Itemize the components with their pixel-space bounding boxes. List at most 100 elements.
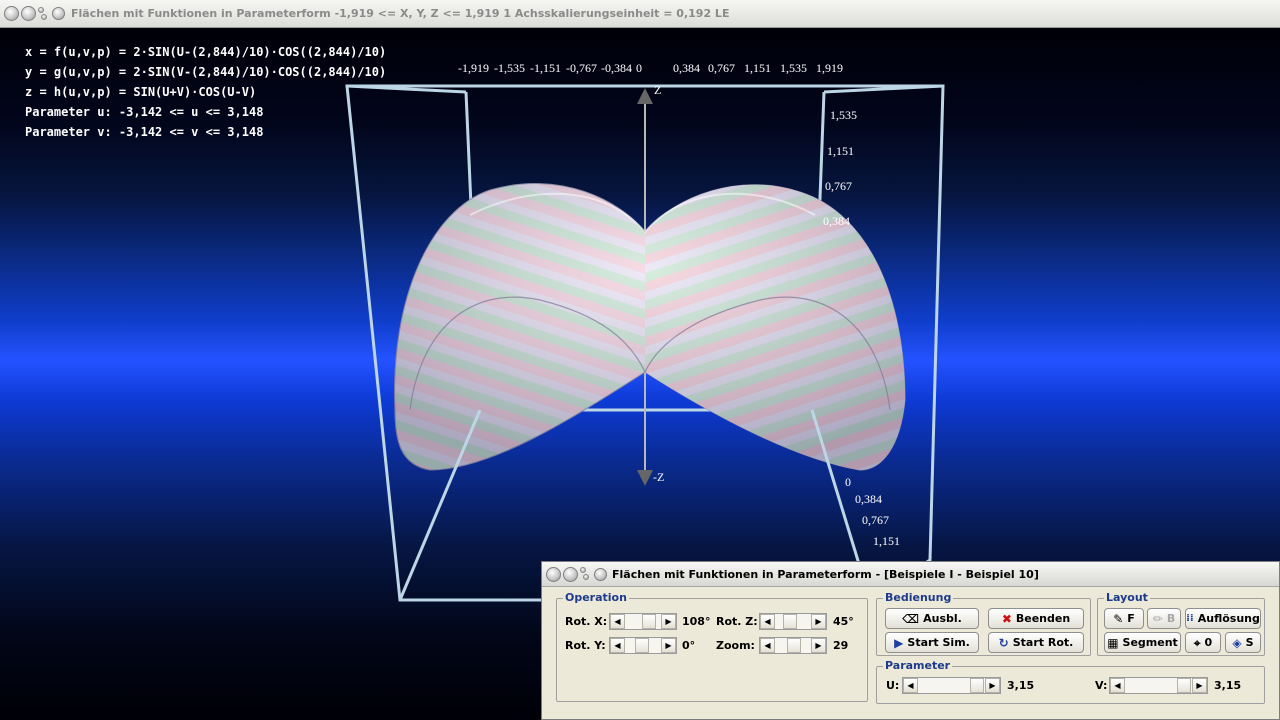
window-menu-icon[interactable] xyxy=(4,6,19,21)
v-thumb[interactable] xyxy=(1177,678,1191,693)
fill-icon: ◈ xyxy=(1232,635,1242,650)
x-tick-label: -0,384 xyxy=(601,61,632,75)
x-tick-label: -1,535 xyxy=(494,61,525,75)
bedienung-label: Bedienung xyxy=(883,591,954,604)
start-rot-button[interactable]: ↻ Start Rot. xyxy=(988,632,1084,653)
layout-group: Layout ✎ F ✏ B ⁞⁞ Auflösung ▦ Segment ⌖ 0 ◈ S xyxy=(1097,591,1265,656)
zoom-label: Zoom: xyxy=(716,639,755,652)
parameter-u-range: Parameter u: -3,142 <= u <= 3,148 xyxy=(25,105,264,119)
x-tick-label: 1,919 xyxy=(816,61,843,75)
y-tick-label: 0 xyxy=(845,475,851,489)
rot-z-value: 45° xyxy=(833,615,854,628)
z-tick-label: 1,535 xyxy=(830,108,857,122)
chevron-left-icon[interactable]: ◀ xyxy=(760,614,775,629)
table-icon: ▦ xyxy=(1107,635,1119,650)
u-slider[interactable]: ◀ ▶ xyxy=(902,677,1001,694)
layout-s-button[interactable]: ◈ S xyxy=(1225,632,1261,653)
x-tick-label: -1,919 xyxy=(458,61,489,75)
parameter-group: Parameter U: ◀ ▶ 3,15 V: ◀ ▶ 3,15 xyxy=(876,659,1265,704)
x-tick-label: 0 xyxy=(636,61,642,75)
operation-group: Operation Rot. X: ◀ ▶ 108° Rot. Y: ◀ ▶ 0… xyxy=(556,591,868,702)
aufloesung-button[interactable]: ⁞⁞ Auflösung xyxy=(1185,608,1261,629)
x-tick-label: -1,151 xyxy=(530,61,561,75)
window-restore-icon[interactable] xyxy=(52,7,65,20)
start-sim-button[interactable]: ▶ Start Sim. xyxy=(885,632,979,653)
beenden-button[interactable]: ✖ Beenden xyxy=(988,608,1084,629)
origin-button[interactable]: ⌖ 0 xyxy=(1185,632,1221,653)
layout-f-label: F xyxy=(1127,612,1135,625)
resolution-icon: ⁞⁞ xyxy=(1186,612,1194,624)
rotate-icon: ↻ xyxy=(998,635,1009,650)
ausbl-button[interactable]: ⌫ Ausbl. xyxy=(885,608,979,629)
chevron-right-icon[interactable]: ▶ xyxy=(985,678,1000,693)
dialog-title: Flächen mit Funktionen in Parameterform … xyxy=(612,567,1039,581)
chevron-right-icon[interactable]: ▶ xyxy=(661,614,676,629)
chevron-left-icon[interactable]: ◀ xyxy=(760,638,775,653)
dialog-menu-icon[interactable] xyxy=(546,566,561,582)
formula-z: z = h(u,v,p) = SIN(U+V)·COS(U-V) xyxy=(25,85,257,99)
chevron-right-icon[interactable]: ▶ xyxy=(811,614,826,629)
parameter-label: Parameter xyxy=(883,659,953,672)
origin-icon: ⌖ xyxy=(1193,635,1201,650)
y-tick-label: 1,151 xyxy=(873,534,900,548)
chevron-left-icon[interactable]: ◀ xyxy=(610,614,625,629)
z-tick-label: 0,384 xyxy=(823,214,850,228)
rot-x-slider[interactable]: ◀ ▶ xyxy=(609,613,677,630)
layout-s-label: S xyxy=(1245,636,1254,649)
bedienung-group: Bedienung ⌫ Ausbl. ✖ Beenden ▶ Start Sim. ↻… xyxy=(876,591,1091,656)
rot-x-thumb[interactable] xyxy=(642,614,656,629)
parameter-v-range: Parameter v: -3,142 <= v <= 3,148 xyxy=(25,125,264,139)
rot-y-thumb[interactable] xyxy=(635,638,649,653)
rot-z-thumb[interactable] xyxy=(783,614,797,629)
chevron-right-icon[interactable]: ▶ xyxy=(1192,678,1207,693)
x-tick-label: 0,384 xyxy=(673,61,700,75)
z-tick-label: 0,767 xyxy=(825,179,852,193)
close-x-icon: ✖ xyxy=(1001,611,1012,626)
chevron-right-icon[interactable]: ▶ xyxy=(811,638,826,653)
u-thumb[interactable] xyxy=(970,678,984,693)
layout-f-button[interactable]: ✎ F xyxy=(1104,608,1144,629)
rot-x-label: Rot. X: xyxy=(565,615,608,628)
z-axis-label: Z xyxy=(654,83,662,97)
segment-button[interactable]: ▦ Segment xyxy=(1104,632,1181,653)
window-options-icon[interactable] xyxy=(38,6,48,21)
dialog-minimize-icon[interactable] xyxy=(563,566,578,582)
x-tick-label: 0,767 xyxy=(708,61,735,75)
rot-z-slider[interactable]: ◀ ▶ xyxy=(759,613,827,630)
start-rot-label: Start Rot. xyxy=(1012,636,1074,649)
x-tick-label: 1,151 xyxy=(744,61,771,75)
zoom-thumb[interactable] xyxy=(787,638,801,653)
z-tick-label: 1,151 xyxy=(827,144,854,158)
pencil-icon: ✏ xyxy=(1152,611,1163,626)
formula-x: x = f(u,v,p) = 2·SIN(U-(2,844)/10)·COS((… xyxy=(25,45,387,59)
dialog-title-bar[interactable]: Flächen mit Funktionen in Parameterform … xyxy=(542,562,1279,587)
zoom-slider[interactable]: ◀ ▶ xyxy=(759,637,827,654)
segment-label: Segment xyxy=(1122,636,1178,649)
v-slider[interactable]: ◀ ▶ xyxy=(1109,677,1208,694)
rot-y-value: 0° xyxy=(682,639,696,652)
ausbl-label: Ausbl. xyxy=(923,612,962,625)
aufloesung-label: Auflösung xyxy=(1197,612,1260,625)
chevron-right-icon[interactable]: ▶ xyxy=(661,638,676,653)
dialog-options-icon[interactable] xyxy=(580,567,590,581)
zoom-value: 29 xyxy=(833,639,849,652)
y-tick-label: 0,767 xyxy=(862,513,889,527)
main-title-bar[interactable]: Flächen mit Funktionen in Parameterform … xyxy=(0,0,1280,28)
operation-label: Operation xyxy=(563,591,629,604)
chevron-left-icon[interactable]: ◀ xyxy=(1110,678,1125,693)
chevron-left-icon[interactable]: ◀ xyxy=(903,678,918,693)
y-tick-label: 0,384 xyxy=(855,492,882,506)
control-dialog: Flächen mit Funktionen in Parameterform … xyxy=(541,561,1280,720)
neg-z-axis-label: -Z xyxy=(653,470,665,484)
rot-z-label: Rot. Z: xyxy=(716,615,758,628)
window-minimize-icon[interactable] xyxy=(21,6,36,21)
origin-label: 0 xyxy=(1204,636,1213,649)
dialog-restore-icon[interactable] xyxy=(594,567,607,581)
rot-x-value: 108° xyxy=(682,615,711,628)
eraser-icon: ⌫ xyxy=(902,611,920,626)
layout-b-button[interactable]: ✏ B xyxy=(1147,608,1181,629)
rot-y-slider[interactable]: ◀ ▶ xyxy=(609,637,677,654)
start-sim-label: Start Sim. xyxy=(907,636,970,649)
application-window: Flächen mit Funktionen in Parameterform … xyxy=(0,0,1280,720)
chevron-left-icon[interactable]: ◀ xyxy=(610,638,625,653)
